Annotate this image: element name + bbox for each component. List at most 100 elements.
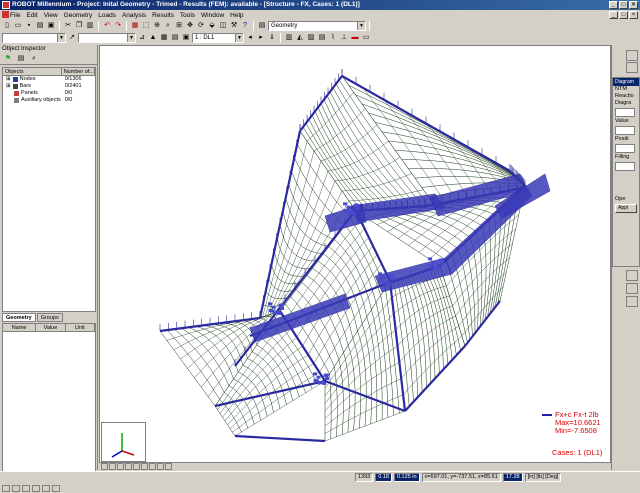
calculator-icon[interactable] xyxy=(626,296,638,307)
calculate-icon[interactable]: ▦ xyxy=(130,21,140,31)
load-icon[interactable]: ⇓ xyxy=(267,33,277,43)
menu-loads[interactable]: Loads xyxy=(98,12,116,19)
menu-edit[interactable]: Edit xyxy=(26,12,37,19)
zoom-in-icon[interactable] xyxy=(133,463,140,470)
rotate-icon[interactable] xyxy=(165,463,172,470)
case-select[interactable]: 1 : DL1 ▼ xyxy=(192,33,244,43)
column-name[interactable]: Name xyxy=(3,324,37,331)
object-tree[interactable]: Objects Number of... ⊞ Nodes 0/1306 ⊞ Bars… xyxy=(2,67,96,312)
node-icon[interactable]: ↗ xyxy=(67,33,77,43)
tree-row-panels[interactable]: Panels 0/0 xyxy=(3,90,95,97)
tray-icon[interactable] xyxy=(12,484,20,492)
new-file-icon[interactable]: ▯ xyxy=(2,21,12,31)
view-xy-icon[interactable] xyxy=(117,463,124,470)
view-icon[interactable]: ▣ xyxy=(181,33,191,43)
open-checkbox[interactable]: Ope xyxy=(613,196,639,203)
grid-icon[interactable]: ▦ xyxy=(159,33,169,43)
select-icon[interactable]: ⬚ xyxy=(141,21,151,31)
diagram-icon[interactable]: ◭ xyxy=(295,33,305,43)
column-unit[interactable]: Unit xyxy=(66,324,95,331)
preview-icon[interactable]: ▣ xyxy=(46,21,56,31)
paste-icon[interactable]: ▥ xyxy=(85,21,95,31)
tray-icon[interactable] xyxy=(22,484,30,492)
layout-icon[interactable]: ▤ xyxy=(257,21,267,31)
dialog-tab-ntm[interactable]: NTM xyxy=(613,86,639,93)
status-units[interactable]: [in] [lb] [Deg] xyxy=(524,473,562,482)
minimize-button[interactable]: _ xyxy=(609,1,618,9)
menu-analysis[interactable]: Analysis xyxy=(122,12,146,19)
bar-select[interactable]: ▼ xyxy=(78,33,136,43)
filter-icon[interactable]: ▤ xyxy=(170,33,180,43)
chevron-down-icon[interactable]: ▼ xyxy=(357,22,365,30)
case-next-icon[interactable]: ▸ xyxy=(256,33,266,43)
expand-icon[interactable]: ⊞ xyxy=(6,83,11,90)
support-icon[interactable]: ▲ xyxy=(148,33,158,43)
tools-icon[interactable]: ⚒ xyxy=(229,21,239,31)
structure-view[interactable]: Fx+c Fx-t 2lb Max=10.6621 Min=-7.6508 Ca… xyxy=(99,45,611,463)
help-icon[interactable]: ? xyxy=(240,21,250,31)
column-value[interactable]: Value xyxy=(36,324,66,331)
pan-icon[interactable]: ✥ xyxy=(185,21,195,31)
menu-file[interactable]: File xyxy=(10,12,20,19)
tray-icon[interactable] xyxy=(2,484,10,492)
diagram-dialog[interactable]: Diagram NTM Reactio Diagra Value Positi … xyxy=(612,77,640,267)
table-icon[interactable]: ▤ xyxy=(317,33,327,43)
chevron-down-icon[interactable]: ▼ xyxy=(57,34,65,42)
zoom-in-icon[interactable]: ⊕ xyxy=(152,21,162,31)
open-file-icon[interactable]: ▭ xyxy=(13,21,23,31)
stress-icon[interactable]: ▬ xyxy=(350,33,360,43)
rotate-icon[interactable]: ⟳ xyxy=(196,21,206,31)
reactions-icon[interactable]: ⊥ xyxy=(339,33,349,43)
tray-icon[interactable] xyxy=(32,484,40,492)
tab-geometry[interactable]: Geometry xyxy=(2,313,36,322)
tray-icon[interactable] xyxy=(52,484,60,492)
section-icon[interactable]: ▭ xyxy=(361,33,371,43)
table-icon[interactable] xyxy=(626,283,638,294)
menu-window[interactable]: Window xyxy=(201,12,224,19)
tree-row-auxiliary[interactable]: Auxiliary objects 0/0 xyxy=(3,97,95,104)
display-icon[interactable]: ◫ xyxy=(218,21,228,31)
node-results-icon[interactable] xyxy=(626,270,638,281)
tree-row-nodes[interactable]: ⊞ Nodes 0/1306 xyxy=(3,76,95,83)
save-icon[interactable]: ▪ xyxy=(24,21,34,31)
bar-icon[interactable]: ⊿ xyxy=(137,33,147,43)
tree-row-bars[interactable]: ⊞ Bars 0/2401 xyxy=(3,83,95,90)
chevron-down-icon[interactable]: ▼ xyxy=(235,34,243,42)
redo-icon[interactable]: ↷ xyxy=(113,21,123,31)
properties-icon[interactable]: ▤ xyxy=(16,54,26,64)
find-icon[interactable]: ⌕ xyxy=(29,54,39,64)
column-objects[interactable]: Objects xyxy=(3,68,62,75)
results-icon[interactable]: ▥ xyxy=(284,33,294,43)
menu-help[interactable]: Help xyxy=(230,12,243,19)
map-icon[interactable]: ▨ xyxy=(306,33,316,43)
zoom-out-icon[interactable] xyxy=(141,463,148,470)
tab-groups[interactable]: Groups xyxy=(36,313,63,322)
apply-button[interactable]: Appl xyxy=(615,204,637,213)
menu-tools[interactable]: Tools xyxy=(180,12,195,19)
maximize-button[interactable]: □ xyxy=(619,1,628,9)
position-field[interactable] xyxy=(615,144,635,153)
copy-icon[interactable]: ❐ xyxy=(74,21,84,31)
view-3d-icon[interactable] xyxy=(109,463,116,470)
close-button[interactable]: × xyxy=(629,1,638,9)
undo-icon[interactable]: ↶ xyxy=(102,21,112,31)
doc-close-button[interactable]: × xyxy=(629,11,638,19)
chevron-down-icon[interactable]: ▼ xyxy=(127,34,135,42)
case-prev-icon[interactable]: ◂ xyxy=(245,33,255,43)
column-number[interactable]: Number of... xyxy=(62,68,95,75)
question-icon[interactable] xyxy=(626,50,638,61)
menu-results[interactable]: Results xyxy=(152,12,174,19)
zoom-all-icon[interactable] xyxy=(149,463,156,470)
diagram-preview[interactable] xyxy=(615,108,635,117)
print-icon[interactable]: ▤ xyxy=(35,21,45,31)
pan-icon[interactable] xyxy=(157,463,164,470)
expand-icon[interactable]: ⊞ xyxy=(6,76,11,83)
view-3d-icon[interactable]: ⬙ xyxy=(207,21,217,31)
view-xz-icon[interactable] xyxy=(101,463,108,470)
zoom-all-icon[interactable]: ⊞ xyxy=(174,21,184,31)
layout-select[interactable]: Geometry ▼ xyxy=(268,21,366,31)
dialog-tab-reactions[interactable]: Reactio xyxy=(613,93,639,100)
zoom-window-icon[interactable]: ⌕ xyxy=(163,21,173,31)
filter-icon[interactable]: ⚑ xyxy=(3,54,13,64)
view-yz-icon[interactable] xyxy=(125,463,132,470)
